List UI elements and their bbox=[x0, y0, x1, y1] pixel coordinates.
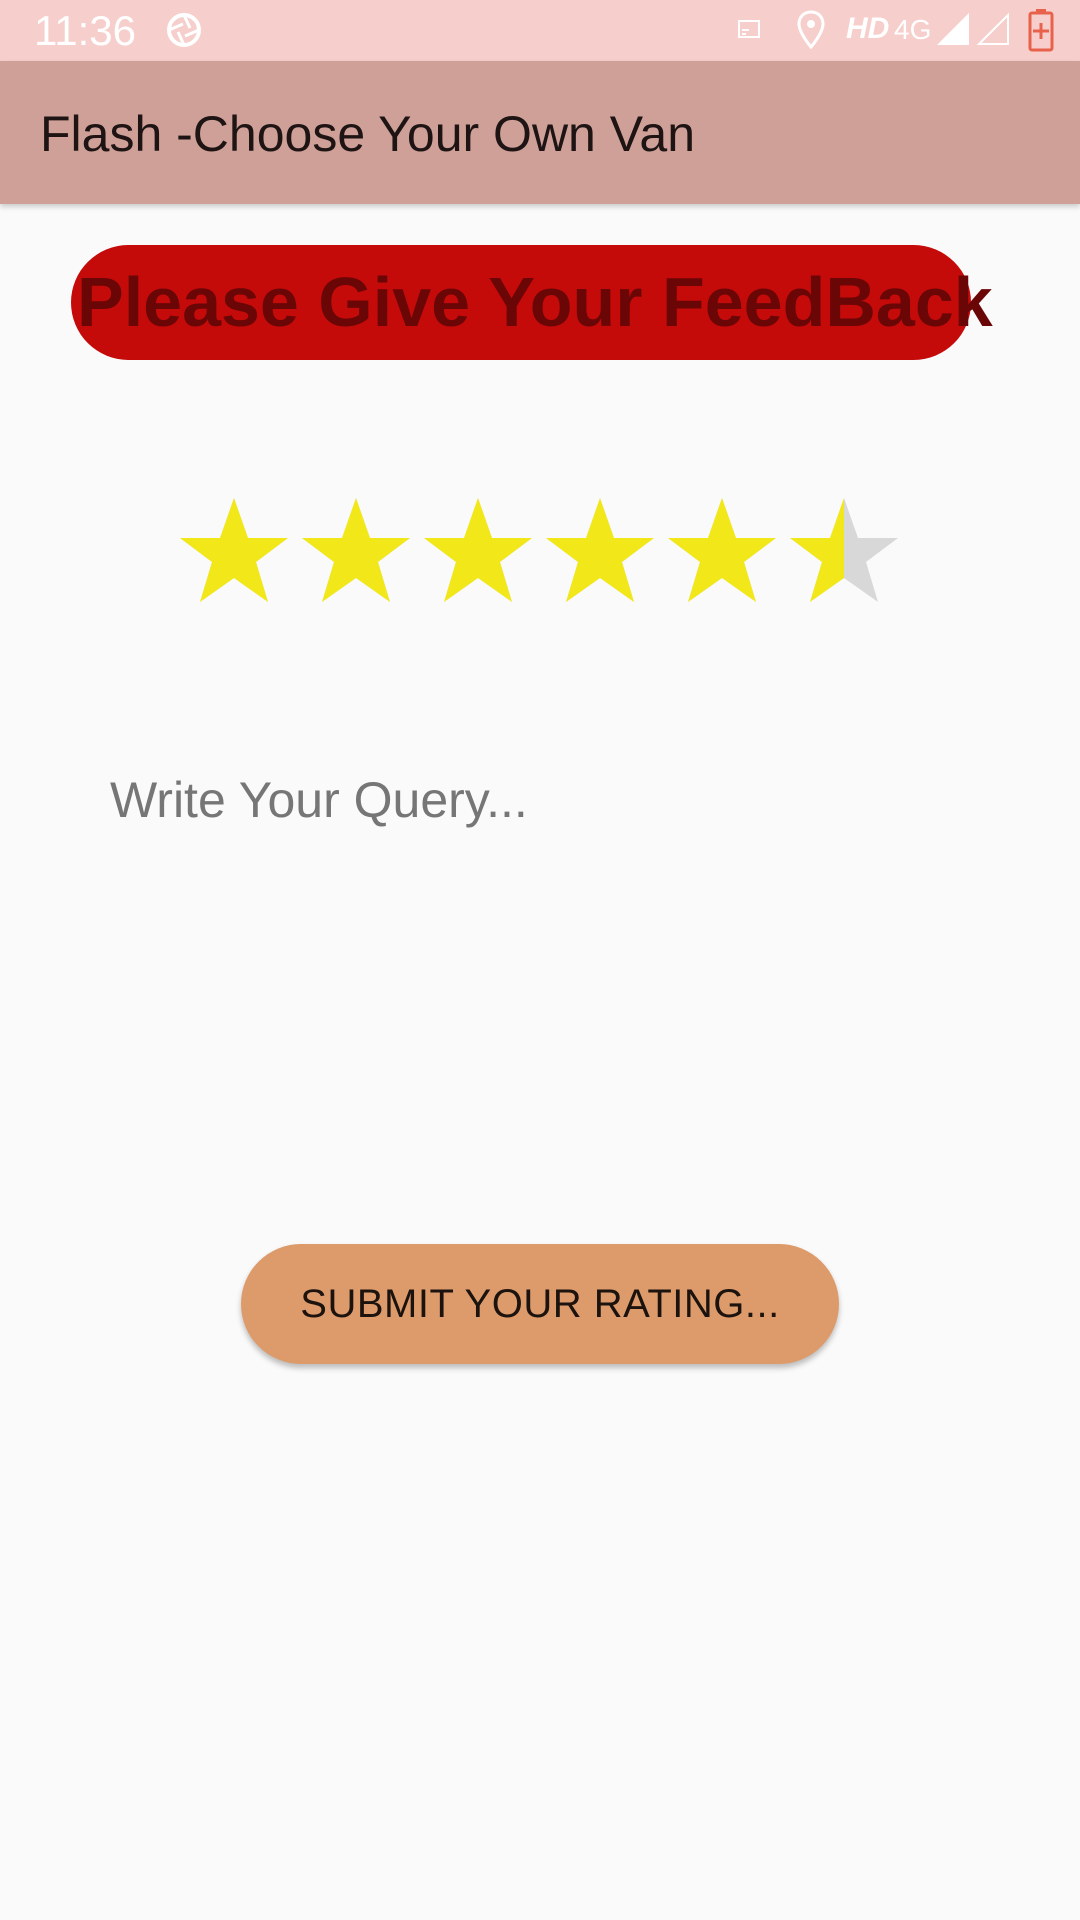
feedback-heading: Please Give Your FeedBack bbox=[77, 263, 993, 341]
status-bar: 11:36 HD 4G bbox=[0, 0, 1080, 61]
feedback-banner: Please Give Your FeedBack bbox=[71, 245, 993, 360]
rating-bar[interactable] bbox=[180, 498, 900, 602]
app-title: Flash -Choose Your Own Van bbox=[40, 106, 696, 162]
hd-label: HD bbox=[846, 12, 890, 45]
battery-icon bbox=[1028, 9, 1054, 52]
status-time: 11:36 bbox=[34, 7, 136, 54]
star-icon[interactable] bbox=[546, 498, 654, 602]
query-input[interactable] bbox=[110, 760, 970, 840]
network-label: 4G bbox=[894, 14, 932, 45]
location-icon bbox=[797, 10, 825, 50]
app-bar: Flash -Choose Your Own Van bbox=[0, 61, 1080, 204]
submit-rating-button[interactable]: SUBMIT YOUR RATING... bbox=[241, 1244, 839, 1364]
star-icon[interactable] bbox=[668, 498, 776, 602]
signal-empty-icon bbox=[976, 12, 1009, 45]
aperture-icon bbox=[167, 13, 201, 47]
star-icon[interactable] bbox=[180, 498, 288, 602]
star-icon[interactable] bbox=[302, 498, 410, 602]
signal-icon bbox=[937, 13, 969, 45]
star-icon[interactable] bbox=[790, 498, 898, 602]
star-icon[interactable] bbox=[424, 498, 532, 602]
cast-icon bbox=[738, 20, 760, 38]
